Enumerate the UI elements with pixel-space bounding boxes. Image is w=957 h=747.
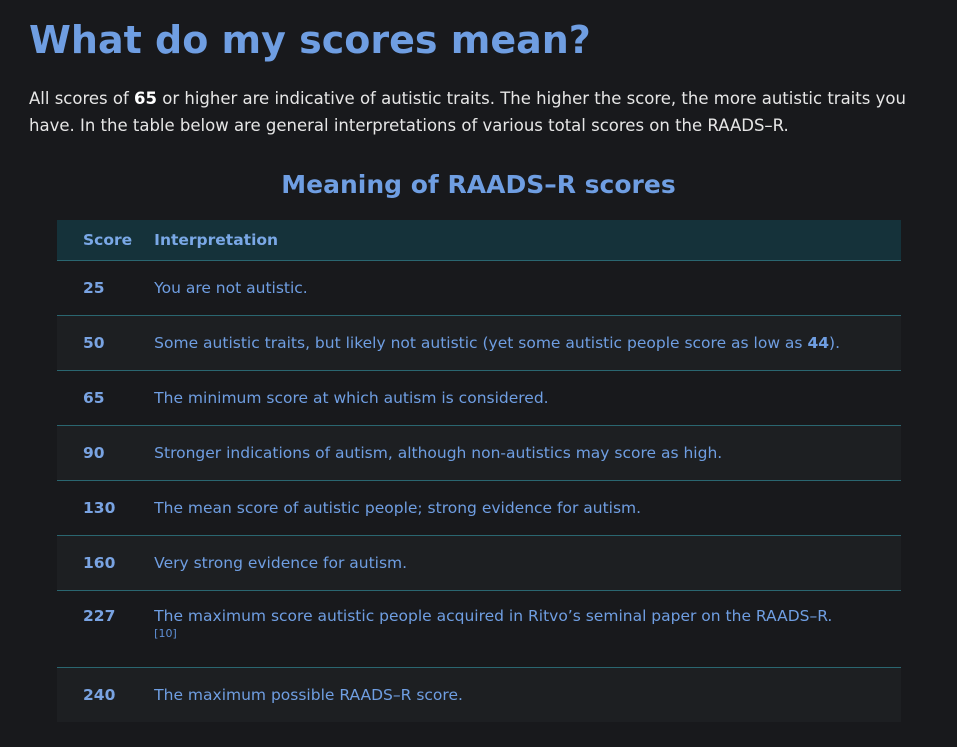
table-header-row: Score Interpretation [57,220,901,261]
row-text: The maximum score autistic people acquir… [154,607,833,625]
row-text-before: Some autistic traits, but likely not aut… [154,334,808,352]
row-interpretation: You are not autistic. [132,260,901,316]
intro-paragraph: All scores of 65 or higher are indicativ… [29,86,929,139]
citation-link[interactable]: [10] [154,627,901,640]
table-row: 130 The mean score of autistic people; s… [57,480,901,536]
row-score: 227 [57,590,133,668]
intro-text-before: All scores of [29,89,135,108]
row-text-bold: 44 [807,334,830,352]
table-row: 240 The maximum possible RAADS–R score. [57,667,901,722]
header-interpretation: Interpretation [132,220,901,261]
row-score: 160 [57,535,133,591]
scores-table: Score Interpretation 25 You are not auti… [57,220,901,722]
intro-text-after: or higher are indicative of autistic tra… [29,89,906,135]
row-interpretation: Very strong evidence for autism. [132,535,901,591]
page: What do my scores mean? All scores of 65… [0,0,957,747]
table-row: 50 Some autistic traits, but likely not … [57,315,901,371]
table-row: 65 The minimum score at which autism is … [57,370,901,426]
table-row: 227 The maximum score autistic people ac… [57,590,901,668]
table-caption: Meaning of RAADS–R scores [281,170,676,199]
table-row: 160 Very strong evidence for autism. [57,535,901,591]
row-interpretation: The maximum possible RAADS–R score. [154,686,463,704]
table-row: 25 You are not autistic. [57,260,901,316]
header-score: Score [57,220,133,261]
row-interpretation: The maximum score autistic people acquir… [132,590,901,668]
row-score: 50 [57,315,133,371]
row-score: 90 [57,425,133,481]
row-text-after: ). [829,334,840,352]
page-heading: What do my scores mean? [29,18,591,62]
intro-score: 65 [134,89,157,108]
row-interpretation: The minimum score at which autism is con… [132,370,901,426]
row-score: 25 [57,260,133,316]
row-interpretation: Some autistic traits, but likely not aut… [132,315,901,371]
row-score: 130 [57,480,133,536]
row-interpretation: Stronger indications of autism, although… [132,425,901,481]
row-score: 240 [83,686,116,704]
table-row: 90 Stronger indications of autism, altho… [57,425,901,481]
row-interpretation: The mean score of autistic people; stron… [132,480,901,536]
row-score: 65 [57,370,133,426]
